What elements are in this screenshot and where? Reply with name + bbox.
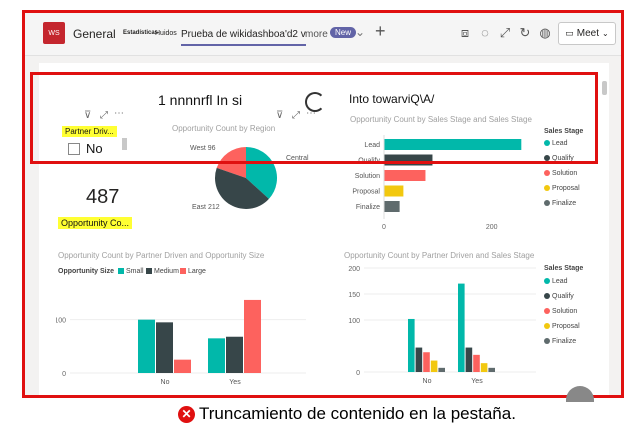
garbled-text: 1 nnnnrfl In si: [158, 92, 243, 108]
legend-item-finalize[interactable]: Finalize: [544, 200, 576, 207]
legend-dot-icon: [544, 278, 550, 285]
app-icon[interactable]: ⧈: [457, 25, 473, 41]
size-chart-title: Opportunity Count by Partner Driven and …: [58, 251, 265, 260]
stage-axis-label: Proposal: [352, 189, 380, 196]
legend-dot-icon: [544, 170, 550, 177]
y-tick-label: 100: [348, 318, 360, 325]
caption-text: Truncamiento de contenido en la pestaña.: [199, 404, 516, 423]
y-tick-label: 0: [62, 371, 66, 378]
legend-dot-icon: [544, 308, 550, 315]
legend-dot-icon: [544, 338, 550, 345]
bar-yes-solution[interactable]: [473, 354, 480, 372]
legend-item-finalize[interactable]: Finalize: [544, 338, 576, 345]
bar-no-proposal[interactable]: [430, 360, 438, 372]
tab-estadisticas[interactable]: Estadísticas: [123, 30, 158, 36]
legend-item-small[interactable]: Small: [118, 268, 144, 275]
chevron-down-icon[interactable]: ⌄: [355, 25, 365, 39]
legend-item-lead[interactable]: Lead: [544, 278, 568, 285]
add-tab-icon[interactable]: +: [375, 21, 386, 42]
tab-more[interactable]: more: [305, 29, 328, 40]
legend-swatch-icon: [118, 268, 124, 275]
loading-spinner-icon: [305, 92, 325, 112]
legend-dot-icon: [544, 185, 550, 192]
stage-axis-label: Solution: [355, 173, 380, 180]
legend-swatch-icon: [180, 268, 186, 275]
bar-yes-small[interactable]: [208, 338, 225, 373]
kpi-value: 487: [86, 186, 120, 208]
truncation-highlight: [30, 72, 598, 164]
garbled-text: Into towarviQ\A/: [349, 92, 435, 106]
bar-no-small[interactable]: [138, 319, 155, 373]
channel-title[interactable]: General: [73, 27, 116, 41]
legend-item-large[interactable]: Large: [180, 268, 206, 275]
y-tick-label: 100: [56, 318, 66, 325]
bar-no-lead[interactable]: [408, 318, 415, 372]
legend-dot-icon: [544, 200, 550, 207]
stage-x-tick: 200: [486, 224, 498, 231]
stage-axis-label: Finalize: [356, 204, 380, 211]
bar-yes-finalize[interactable]: [488, 367, 495, 372]
legend-item-solution[interactable]: Solution: [544, 308, 577, 315]
app-logo: WS: [43, 22, 65, 44]
tab-huidos[interactable]: Huidos: [155, 30, 177, 37]
legend-item-proposal[interactable]: Proposal: [544, 323, 580, 330]
legend-item-proposal[interactable]: Proposal: [544, 185, 580, 192]
error-caption: ✕ Truncamiento de contenido en la pestañ…: [178, 404, 516, 424]
legend-item-medium[interactable]: Medium: [146, 268, 179, 275]
legend-dot-icon: [544, 323, 550, 330]
bar-no-solution[interactable]: [423, 352, 430, 372]
legend-dot-icon: [544, 293, 550, 300]
y-tick-label: 200: [348, 266, 360, 273]
x-category-label: No: [161, 379, 170, 386]
legend-item-qualify[interactable]: Qualify: [544, 293, 574, 300]
bar-yes-proposal[interactable]: [480, 363, 488, 372]
chevron-down-icon: ⌄: [602, 29, 609, 38]
y-tick-label: 0: [356, 370, 360, 377]
chat-icon[interactable]: ◌: [477, 25, 493, 40]
globe-icon[interactable]: ◍: [537, 25, 553, 41]
x-category-label: No: [423, 378, 432, 385]
expand-icon[interactable]: ⤢: [497, 25, 513, 41]
teams-header: WS General Estadísticas Huidos Prueba de…: [25, 13, 621, 56]
stage-bar-solution[interactable]: [384, 170, 426, 181]
bar-no-medium[interactable]: [156, 322, 173, 373]
legend-swatch-icon: [146, 268, 152, 275]
legend-item-solution[interactable]: Solution: [544, 170, 577, 177]
bar-yes-large[interactable]: [244, 299, 261, 373]
bar-no-large[interactable]: [174, 359, 191, 373]
video-icon: ▭: [565, 28, 574, 38]
refresh-icon[interactable]: ↻: [517, 25, 533, 41]
bar-yes-qualify[interactable]: [465, 347, 473, 372]
meet-button[interactable]: ▭ Meet ⌄: [558, 22, 616, 45]
meet-label: Meet: [576, 28, 600, 39]
error-icon: ✕: [178, 405, 195, 423]
size-bar-chart: 0 100 No Yes: [56, 299, 306, 386]
stage-bar-finalize[interactable]: [384, 201, 400, 212]
scrollbar-thumb[interactable]: [602, 81, 607, 95]
bar-no-qualify[interactable]: [415, 347, 423, 372]
y-tick-label: 150: [348, 292, 360, 299]
partner-stage-bar-chart: 0 100 150 200 No Yes: [348, 266, 536, 385]
size-legend-title: Opportunity Size: [58, 268, 114, 275]
bar-yes-medium[interactable]: [226, 336, 243, 373]
bar-no-finalize[interactable]: [438, 367, 445, 372]
x-category-label: Yes: [229, 379, 241, 386]
stage-x-tick: 0: [382, 224, 386, 231]
bar-yes-lead[interactable]: [458, 283, 465, 372]
x-category-label: Yes: [471, 378, 483, 385]
new-badge: New: [330, 27, 357, 38]
tab-wiki-dashboard[interactable]: Prueba de wikidashboa'd2 v: [181, 29, 306, 46]
stage-bar-proposal[interactable]: [384, 185, 404, 197]
kpi-label: Opportunity Co...: [58, 217, 133, 229]
partner-stage-chart-title: Opportunity Count by Partner Driven and …: [344, 251, 535, 260]
partner-stage-legend-title: Sales Stage: [544, 265, 584, 272]
